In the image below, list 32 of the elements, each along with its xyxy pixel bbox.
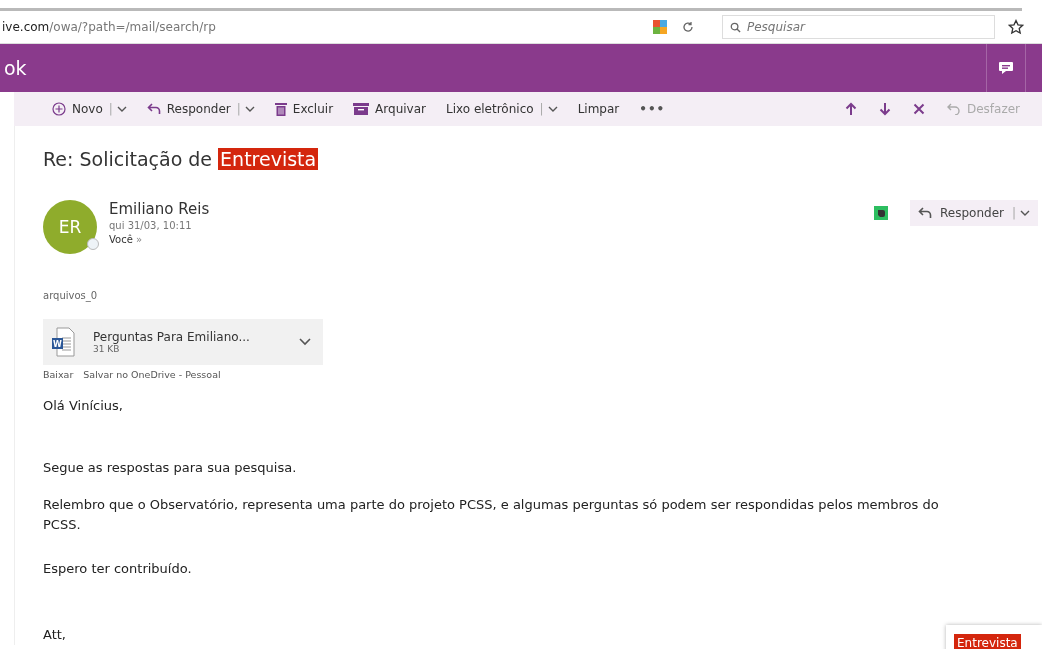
body-paragraph: Relembro que o Observatório, representa uma parte do projeto PCSS, e algumas perguntas só podem ser respondidas pelos membros do PCSS. — [43, 496, 940, 534]
sender-name[interactable]: Emiliano Reis — [109, 200, 210, 218]
toolbar-button[interactable]: Excluir — [274, 102, 334, 116]
sender-avatar: ER — [43, 200, 97, 254]
body-paragraph: Espero ter contribuído. — [43, 560, 192, 578]
body-paragraph: Att, — [43, 626, 66, 644]
body-paragraph: Olá Vinícius, — [43, 397, 123, 415]
separator: | — [539, 102, 544, 116]
toolbar-button[interactable]: Arquivar — [353, 102, 426, 116]
attachment-size: 31 KB — [93, 344, 121, 354]
message-date: qui 31/03, 10:11 — [109, 220, 193, 231]
body-paragraph: Segue as respostas para sua pesquisa. — [43, 459, 297, 477]
attachment-card[interactable]: W Perguntas Para Emiliano... 31 KB — [43, 319, 323, 365]
separator: | — [108, 102, 113, 116]
reply-button[interactable]: Responder | — [910, 200, 1038, 226]
separator: | — [236, 102, 241, 116]
toolbar-button[interactable]: Novo | — [52, 102, 127, 116]
app-title: ok — [3, 57, 27, 79]
separator: | — [1011, 206, 1016, 220]
message-subject: Re: Solicitação de Entrevista — [43, 148, 320, 170]
attachment-name: Perguntas Para Emiliano... — [93, 330, 251, 344]
toolbar-button[interactable]: Lixo eletrônico | — [445, 102, 558, 116]
attachment-action-link[interactable]: Salvar no OneDrive - Pessoal — [83, 369, 221, 380]
attachment-action-link[interactable]: Baixar — [43, 369, 74, 380]
recipient[interactable]: Você » — [109, 234, 210, 245]
search-field[interactable]: Pesquisar — [722, 15, 995, 39]
attachment-group-label: arquivos_0 — [43, 290, 99, 301]
toolbar-button[interactable]: ••• — [639, 102, 666, 116]
toolbar-button[interactable]: Responder | — [146, 102, 255, 116]
highlighted-term: Entrevista — [954, 634, 1021, 649]
url-field[interactable]: ive.com/owa/?path=/mail/search/rp — [0, 20, 652, 34]
toolbar-button[interactable]: Limpar — [577, 102, 620, 116]
